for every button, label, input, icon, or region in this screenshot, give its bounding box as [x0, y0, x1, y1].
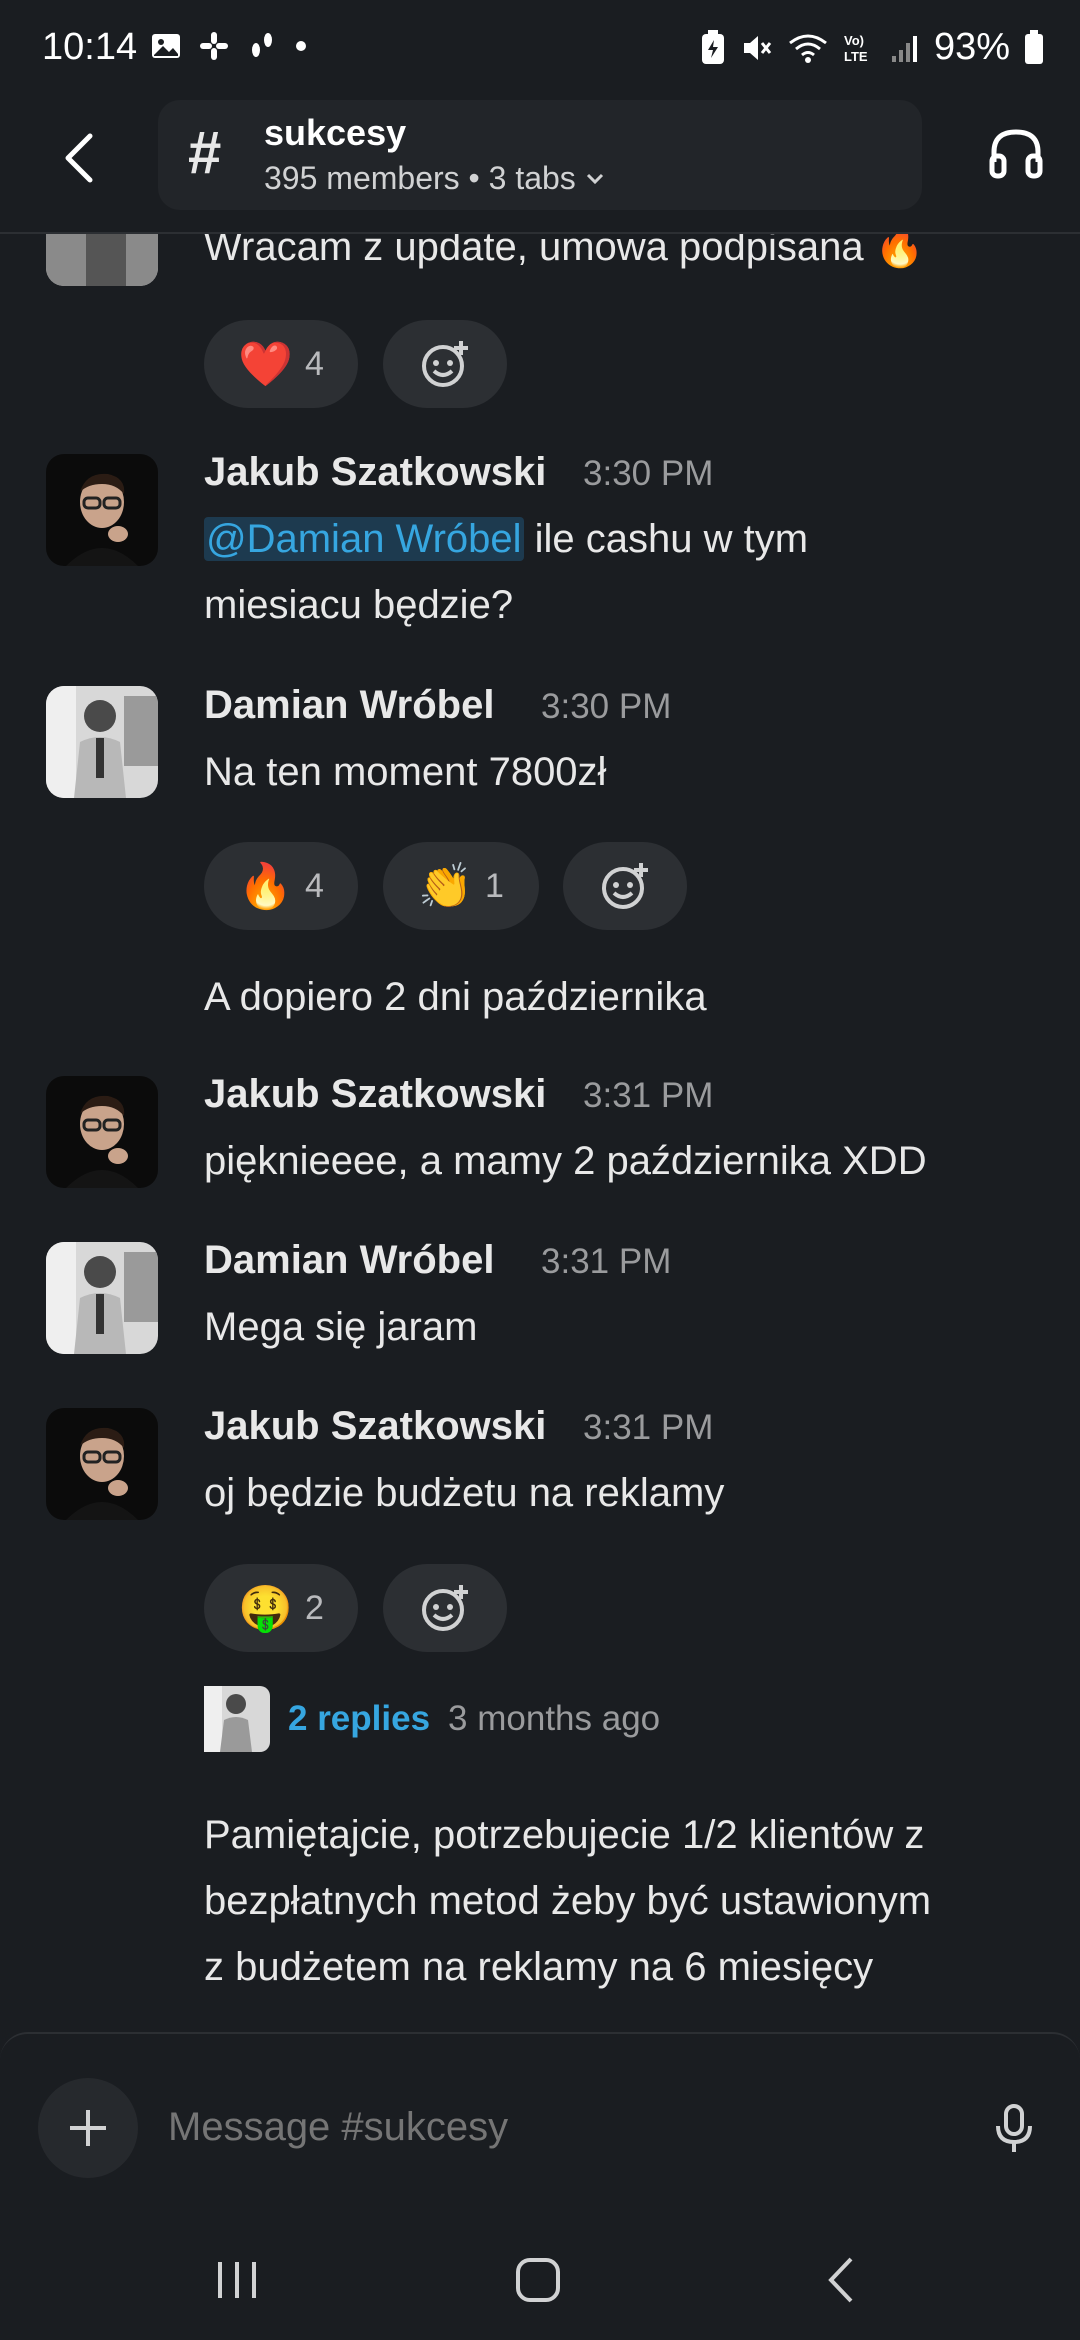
slack-icon — [200, 32, 228, 60]
status-bar: 10:14 Vo) LTE 93% — [0, 0, 1080, 100]
add-emoji-icon — [422, 341, 468, 387]
message-author[interactable]: Jakub Szatkowski — [204, 1072, 546, 1117]
message-text: z budżetem na reklamy na 6 miesięcy — [204, 1945, 874, 1989]
dot-icon — [296, 41, 306, 51]
reply-avatar — [204, 1686, 270, 1752]
message-time: 3:30 PM — [541, 687, 672, 726]
message-author[interactable]: Jakub Szatkowski — [204, 450, 546, 495]
channel-subtitle: 395 members • 3 tabs — [264, 160, 608, 197]
battery-saver-icon — [701, 29, 724, 64]
message-text: Wracam z update, umowa podpisana 🔥 — [204, 232, 925, 269]
message-text: Mega się jaram — [204, 1305, 478, 1349]
back-icon — [828, 2257, 853, 2303]
signal-icon — [891, 35, 917, 62]
replies-count[interactable]: 2 replies — [288, 1699, 430, 1739]
message-author[interactable]: Jakub Szatkowski — [204, 1404, 546, 1449]
message-author[interactable]: Damian Wróbel — [204, 683, 494, 728]
reaction-emoji: ❤️ — [238, 340, 293, 389]
reaction-count: 2 — [304, 1588, 324, 1627]
add-emoji-icon — [422, 1585, 468, 1631]
reaction-count: 4 — [304, 866, 324, 905]
plus-icon — [70, 2110, 106, 2146]
status-right: Vo) LTE 93% — [700, 26, 1044, 69]
avatar[interactable] — [46, 454, 158, 566]
gallery-icon — [152, 34, 180, 58]
recents-icon — [218, 2262, 256, 2298]
add-emoji-icon — [602, 863, 648, 909]
message-list[interactable]: Wracam z update, umowa podpisana 🔥 ❤️ 4 … — [0, 232, 1080, 2032]
message-text: @Damian Wróbel ile cashu w tym — [204, 506, 808, 572]
message-text: Na ten moment 7800zł — [204, 750, 607, 794]
add-reaction-button[interactable] — [383, 320, 507, 408]
huddle-headphones-icon[interactable] — [986, 124, 1046, 184]
message-time: 3:31 PM — [583, 1076, 714, 1115]
channel-name: sukcesy — [264, 112, 407, 153]
svg-text:Vo): Vo) — [844, 33, 864, 48]
add-reaction-button[interactable] — [563, 842, 687, 930]
replies-time: 3 months ago — [448, 1699, 661, 1738]
message-time: 3:31 PM — [541, 1242, 672, 1281]
steps-icon — [252, 33, 272, 57]
status-left-icons — [150, 30, 308, 62]
message-text: Pamiętajcie, potrzebujecie 1/2 klientów … — [204, 1813, 925, 1857]
message-text: oj będzie budżetu na reklamy — [204, 1471, 725, 1515]
reaction-heart[interactable]: ❤️ 4 — [204, 320, 358, 408]
microphone-icon[interactable] — [986, 2100, 1042, 2156]
svg-text:LTE: LTE — [844, 49, 868, 64]
message-time: 3:31 PM — [583, 1408, 714, 1447]
hash-icon: # — [188, 119, 222, 186]
channel-meta: 395 members • 3 tabs — [264, 160, 576, 196]
reaction-clap[interactable]: 👏 1 — [383, 842, 539, 930]
attach-button[interactable] — [38, 2078, 138, 2178]
home-icon — [516, 2258, 560, 2302]
thread-replies-link[interactable]: 2 replies 3 months ago — [204, 1686, 660, 1752]
home-button[interactable] — [503, 2250, 573, 2310]
battery-percent: 93% — [933, 26, 1010, 68]
message-text: pięknieeee, a mamy 2 października XDD — [204, 1139, 927, 1183]
reaction-emoji: 🔥 — [238, 862, 293, 911]
recents-button[interactable] — [202, 2250, 272, 2310]
avatar[interactable] — [46, 1408, 158, 1520]
message-text: bezpłatnych metod żeby być ustawionym — [204, 1879, 932, 1923]
add-reaction-button[interactable] — [383, 1564, 507, 1652]
avatar[interactable] — [46, 232, 158, 286]
message-text-line2: miesiacu będzie? — [204, 583, 514, 627]
message-composer — [0, 2032, 1080, 2214]
message-text-line1: ile cashu w tym — [523, 517, 809, 561]
chevron-down-icon — [586, 173, 603, 184]
message-time: 3:30 PM — [583, 454, 714, 493]
reaction-emoji: 🤑 — [238, 1584, 293, 1633]
message-text: A dopiero 2 dni października — [204, 975, 707, 1019]
back-arrow-icon[interactable] — [52, 128, 112, 188]
mute-icon — [743, 35, 772, 60]
reaction-count: 1 — [484, 866, 504, 905]
reaction-fire[interactable]: 🔥 4 — [204, 842, 358, 930]
reaction-emoji: 👏 — [418, 862, 473, 911]
wifi-icon — [789, 34, 827, 63]
avatar[interactable] — [46, 1242, 158, 1354]
reaction-money-mouth[interactable]: 🤑 2 — [204, 1564, 358, 1652]
user-mention[interactable]: @Damian Wróbel — [204, 517, 524, 561]
reaction-count: 4 — [304, 344, 324, 383]
system-nav-bar — [0, 2212, 1080, 2340]
channel-info-button[interactable]: # sukcesy 395 members • 3 tabs — [158, 100, 922, 210]
message-author[interactable]: Damian Wróbel — [204, 1238, 494, 1283]
battery-icon — [1025, 29, 1043, 64]
channel-header: # sukcesy 395 members • 3 tabs — [0, 100, 1080, 234]
avatar[interactable] — [46, 1076, 158, 1188]
volte-icon: Vo)LTE — [844, 33, 868, 64]
back-button[interactable] — [806, 2250, 876, 2310]
status-time: 10:14 — [42, 26, 138, 68]
avatar[interactable] — [46, 686, 158, 798]
message-input[interactable] — [166, 2104, 930, 2151]
